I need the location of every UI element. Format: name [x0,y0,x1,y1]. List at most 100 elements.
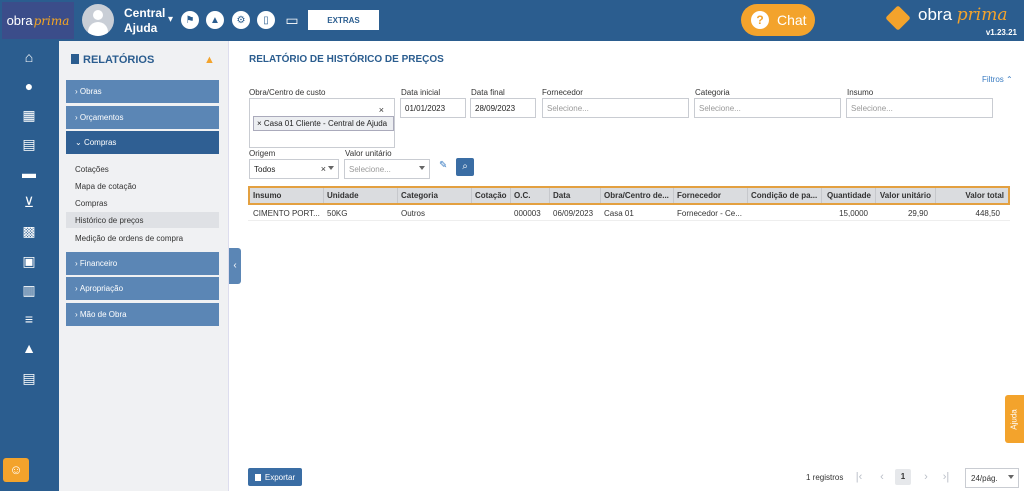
sidebar-subitem-mapa-cotacao[interactable]: Mapa de cotação [66,178,219,194]
cell-insumo: CIMENTO PORT... [253,208,320,218]
column-header-unidade[interactable]: Unidade [324,188,398,203]
chart-icon[interactable]: ▲ [19,339,39,357]
column-header-valor-unitario[interactable]: Valor unitário [876,188,936,203]
search-icon: ⌕ [462,161,468,172]
first-page-icon[interactable]: |‹ [851,469,867,485]
file-icon[interactable]: ▤ [19,369,39,387]
sidebar-item-financeiro[interactable]: › Financeiro [66,252,219,275]
cell-fornecedor: Fornecedor - Ce... [677,208,742,218]
sidebar-item-compras[interactable]: ⌄ Compras [66,131,219,154]
top-bar: obra prima Central Ajuda ▾ ⚑ ▲ ⚙ ▯ ▭ EXTR… [0,0,1024,41]
column-header-valor-total[interactable]: Valor total [936,188,1008,203]
data-final-input[interactable]: 28/09/2023 [470,98,536,118]
truck-icon[interactable]: ▬ [19,164,39,182]
help-tab[interactable]: Ajuda [1005,395,1024,443]
data-inicial-input[interactable]: 01/01/2023 [400,98,466,118]
chat-label: Chat [777,12,807,28]
origem-select[interactable]: Todos × [249,159,339,179]
categoria-select[interactable]: Selecione... [694,98,841,118]
next-page-icon[interactable]: › [918,469,934,485]
last-page-icon[interactable]: ›| [938,469,954,485]
flag-icon[interactable]: ⚑ [181,11,199,29]
column-header-fornecedor[interactable]: Fornecedor [674,188,748,203]
insumo-select[interactable]: Selecione... [846,98,993,118]
monitor-icon[interactable]: ▭ [283,11,301,29]
column-header-quantidade[interactable]: Quantidade [822,188,876,203]
table-header: Insumo Unidade Categoria Cotação O.C. Da… [248,186,1010,205]
fornecedor-select[interactable]: Selecione... [542,98,689,118]
sidebar-item-mao-de-obra[interactable]: › Mão de Obra [66,303,219,326]
column-header-cotacao[interactable]: Cotação [472,188,511,203]
invoice-icon[interactable]: ▤ [19,135,39,153]
cell-valor-total: 448,50 [975,208,1000,218]
mobile-icon[interactable]: ▯ [257,11,275,29]
home-icon[interactable]: ⌂ [19,48,39,66]
insumo-label: Insumo [847,88,874,97]
sidebar-subitem-compras[interactable]: Compras [66,195,219,211]
icon-rail: ⌂ ● ▦ ▤ ▬ ⊻ ▩ ▣ ▥ ≡ ▲ ▤ ☺ [0,41,59,491]
categoria-label: Categoria [695,88,730,97]
page-title: RELATÓRIO DE HISTÓRICO DE PREÇOS [249,54,444,65]
graduation-cap-icon[interactable]: ▲ [204,54,215,66]
chevron-down-icon[interactable]: ▾ [168,14,173,25]
extras-button[interactable]: EXTRAS [308,10,379,30]
brand-text-1: obra [918,5,953,24]
obra-select[interactable]: × × Casa 01 Cliente - Central de Ajuda [249,98,395,148]
logo-text-2: prima [33,13,70,28]
user-name[interactable]: Central Ajuda [124,6,169,36]
calculator-icon[interactable]: ▩ [19,222,39,240]
cell-oc: 000003 [514,208,541,218]
boxes-icon[interactable]: ▣ [19,252,39,270]
chevron-down-icon [419,166,425,170]
filters-toggle[interactable]: Filtros ⌃ [982,75,1013,84]
user-icon[interactable]: ● [19,77,39,95]
cart-icon[interactable]: ⊻ [19,193,39,211]
cell-unidade: 50KG [327,208,348,218]
per-page-select[interactable]: 24/pág. [965,468,1019,488]
search-button[interactable]: ⌕ [456,158,474,176]
chat-button[interactable]: ? Chat [741,4,815,36]
sidebar-subitem-medicao[interactable]: Medição de ordens de compra [66,230,219,246]
gear-icon[interactable]: ⚙ [232,11,250,29]
obra-tag[interactable]: × Casa 01 Cliente - Central de Ajuda [253,116,394,131]
eraser-icon[interactable]: ✎ [439,160,447,171]
feedback-icon[interactable]: ☺ [3,458,29,482]
sidebar-subitem-cotacoes[interactable]: Cotações [66,161,219,177]
obra-label: Obra/Centro de custo [249,88,326,97]
column-header-categoria[interactable]: Categoria [398,188,472,203]
sidebar-subitem-historico-precos[interactable]: Histórico de preços [66,212,219,228]
cell-obra: Casa 01 [604,208,634,218]
sidebar-item-obras[interactable]: › Obras [66,80,219,103]
sidebar-item-apropriacao[interactable]: › Apropriação [66,277,219,300]
chevron-down-icon [328,166,334,170]
document-icon[interactable]: ▥ [19,281,39,299]
data-inicial-label: Data inicial [401,88,441,97]
table-row[interactable]: CIMENTO PORT... 50KG Outros 000003 06/09… [248,205,1010,221]
export-label: Exportar [264,472,296,482]
graduation-cap-icon[interactable]: ▲ [206,11,224,29]
cube-logo-icon [885,5,911,31]
column-header-obra[interactable]: Obra/Centro de... [601,188,674,203]
main-content: RELATÓRIO DE HISTÓRICO DE PREÇOS Filtros… [230,41,1024,491]
column-header-condicao[interactable]: Condição de pa... [748,188,822,203]
price-history-table: Insumo Unidade Categoria Cotação O.C. Da… [248,186,1010,221]
export-button[interactable]: Exportar [248,468,302,486]
clear-icon[interactable]: × [321,164,326,174]
checklist-icon[interactable]: ≡ [19,310,39,328]
avatar[interactable] [82,4,114,36]
column-header-insumo[interactable]: Insumo [250,188,324,203]
current-page[interactable]: 1 [895,469,911,485]
app-logo[interactable]: obra prima [2,2,74,39]
prev-page-icon[interactable]: ‹ [874,469,890,485]
cell-valor-unitario: 29,90 [907,208,928,218]
origem-label: Origem [249,149,276,158]
sidebar-title: RELATÓRIOS [71,54,154,66]
building-icon[interactable]: ▦ [19,106,39,124]
valor-unitario-select[interactable]: Selecione... [344,159,430,179]
sidebar-item-orcamentos[interactable]: › Orçamentos [66,106,219,129]
logo-text-1: obra [6,13,33,28]
clear-icon[interactable]: × [379,105,384,115]
column-header-data[interactable]: Data [550,188,601,203]
column-header-oc[interactable]: O.C. [511,188,550,203]
data-final-label: Data final [471,88,505,97]
